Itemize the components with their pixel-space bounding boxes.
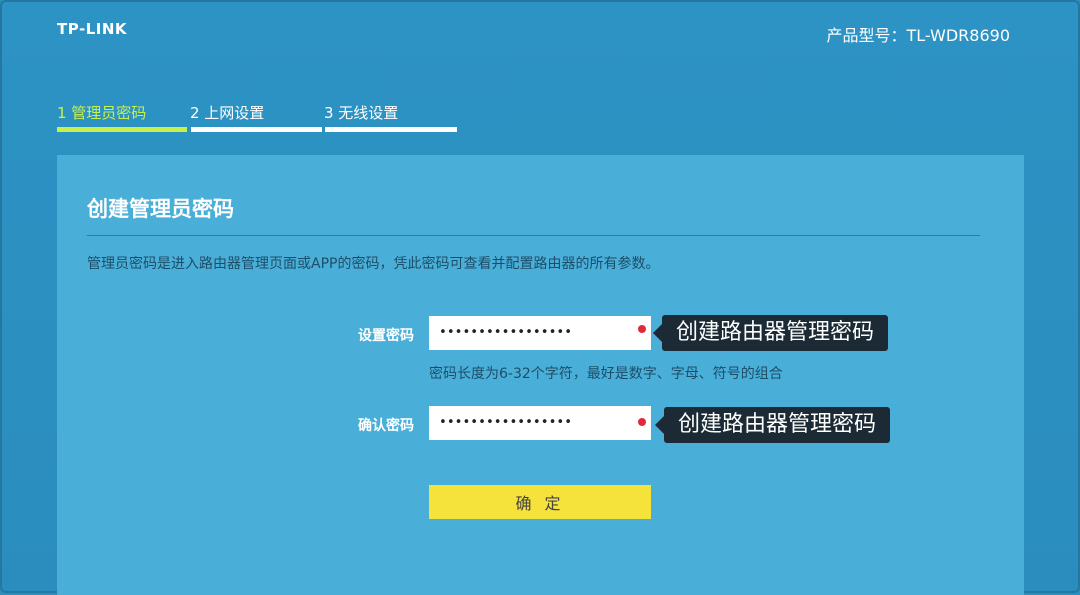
- password-hint: 密码长度为6-32个字符，最好是数字、字母、符号的组合: [429, 366, 783, 382]
- set-password-label: 设置密码: [358, 328, 414, 344]
- confirm-password-input[interactable]: [429, 406, 651, 440]
- step-wireless-settings[interactable]: 3 无线设置: [324, 102, 398, 123]
- model-label: 产品型号：TL-WDR8690: [826, 26, 1010, 45]
- title-divider: [87, 235, 980, 236]
- panel-title: 创建管理员密码: [87, 197, 234, 221]
- confirm-password-tooltip: 创建路由器管理密码: [654, 407, 891, 443]
- admin-password-panel: 创建管理员密码 管理员密码是进入路由器管理页面或APP的密码，凭此密码可查看并配…: [57, 155, 1024, 595]
- step-internet-settings-bar: [191, 127, 322, 132]
- step-internet-settings[interactable]: 2 上网设置: [190, 102, 264, 123]
- step-wireless-settings-bar: [325, 127, 457, 132]
- step-admin-password-bar: [57, 127, 187, 132]
- set-password-tooltip: 创建路由器管理密码: [652, 315, 889, 351]
- required-dot-icon: [638, 325, 646, 333]
- tp-link-logo: TP-LINK: [57, 20, 128, 38]
- confirm-password-label: 确认密码: [358, 418, 414, 434]
- panel-description: 管理员密码是进入路由器管理页面或APP的密码，凭此密码可查看并配置路由器的所有参…: [87, 256, 660, 272]
- set-password-input[interactable]: [429, 316, 651, 350]
- required-dot-icon: [638, 418, 646, 426]
- step-admin-password[interactable]: 1 管理员密码: [57, 102, 146, 123]
- confirm-button[interactable]: 确 定: [429, 485, 651, 519]
- setup-steps: 1 管理员密码 2 上网设置 3 无线设置: [57, 102, 457, 134]
- router-setup-window: TP-LINK 产品型号：TL-WDR8690 1 管理员密码 2 上网设置 3…: [0, 0, 1080, 595]
